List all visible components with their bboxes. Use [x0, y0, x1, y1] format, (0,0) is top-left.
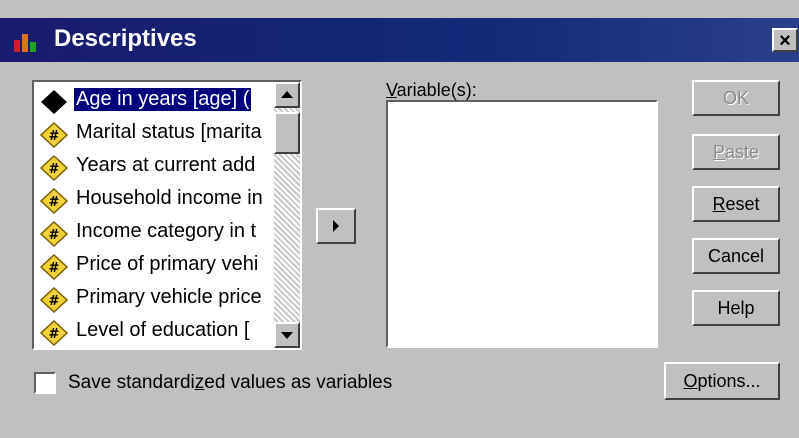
source-variable-list[interactable]: Age in years [age] ( # Marital status [mar… — [32, 80, 302, 350]
nominal-variable-icon: # — [40, 221, 68, 247]
svg-text:#: # — [49, 228, 60, 243]
variable-label: Income category in t — [76, 220, 257, 242]
save-standardized-label[interactable]: Save standardized values as variables — [68, 372, 392, 394]
svg-text:#: # — [49, 129, 60, 144]
options-button[interactable]: Options... — [664, 362, 780, 400]
svg-text:#: # — [49, 294, 60, 309]
ok-button[interactable]: OK — [692, 80, 780, 116]
nominal-variable-icon: # — [40, 122, 68, 148]
variable-label: Years at current add — [76, 154, 256, 176]
app-icon — [14, 34, 36, 52]
close-button[interactable]: × — [772, 28, 798, 52]
list-item[interactable]: # Income category in t — [38, 218, 274, 248]
scroll-thumb[interactable] — [274, 112, 300, 154]
help-button[interactable]: Help — [692, 290, 780, 326]
nominal-variable-icon: # — [40, 155, 68, 181]
save-standardized-checkbox[interactable] — [34, 372, 56, 394]
list-item[interactable]: # Years at current add — [38, 152, 274, 182]
variable-label: Household income in — [76, 187, 263, 209]
arrow-up-icon — [281, 91, 293, 98]
paste-button[interactable]: Paste — [692, 134, 780, 170]
move-variable-button[interactable] — [316, 208, 356, 244]
svg-text:#: # — [49, 327, 60, 342]
list-item[interactable]: # Primary vehicle price — [38, 284, 274, 314]
svg-text:#: # — [49, 195, 60, 210]
svg-text:#: # — [49, 261, 60, 276]
descriptives-dialog: Descriptives × Age in years [age] ( # Mari… — [0, 0, 799, 438]
nominal-variable-icon: # — [40, 320, 68, 346]
svg-text:#: # — [49, 162, 60, 177]
list-item[interactable]: Age in years [age] ( — [38, 86, 274, 116]
title-bar[interactable]: Descriptives × — [0, 18, 799, 62]
close-icon: × — [779, 30, 791, 52]
target-variable-list[interactable] — [386, 100, 658, 348]
scale-variable-icon — [41, 90, 67, 114]
ok-label: OK — [722, 88, 749, 108]
variable-label: Level of education [ — [76, 319, 250, 341]
cancel-button[interactable]: Cancel — [692, 238, 780, 274]
scroll-up-button[interactable] — [274, 82, 300, 108]
arrow-right-icon — [333, 220, 339, 232]
arrow-down-icon — [281, 332, 293, 339]
variables-label: Variable(s): — [386, 80, 477, 100]
list-item[interactable]: # Marital status [marita — [38, 119, 274, 149]
list-item[interactable]: # Level of education [ — [38, 317, 274, 347]
variable-label: Marital status [marita — [76, 121, 262, 143]
variable-label: Primary vehicle price — [76, 286, 262, 308]
nominal-variable-icon: # — [40, 287, 68, 313]
cancel-label: Cancel — [707, 246, 765, 266]
reset-button[interactable]: Reset — [692, 186, 780, 222]
variable-label: Price of primary vehi — [76, 253, 259, 275]
help-label: Help — [717, 298, 755, 318]
list-item[interactable]: # Household income in — [38, 185, 274, 215]
nominal-variable-icon: # — [40, 254, 68, 280]
variable-label: Age in years [age] ( — [74, 88, 252, 111]
list-item[interactable]: # Price of primary vehi — [38, 251, 274, 281]
vertical-scrollbar[interactable] — [274, 82, 300, 348]
nominal-variable-icon: # — [40, 188, 68, 214]
scroll-down-button[interactable] — [274, 322, 300, 348]
window-title: Descriptives — [54, 25, 197, 52]
